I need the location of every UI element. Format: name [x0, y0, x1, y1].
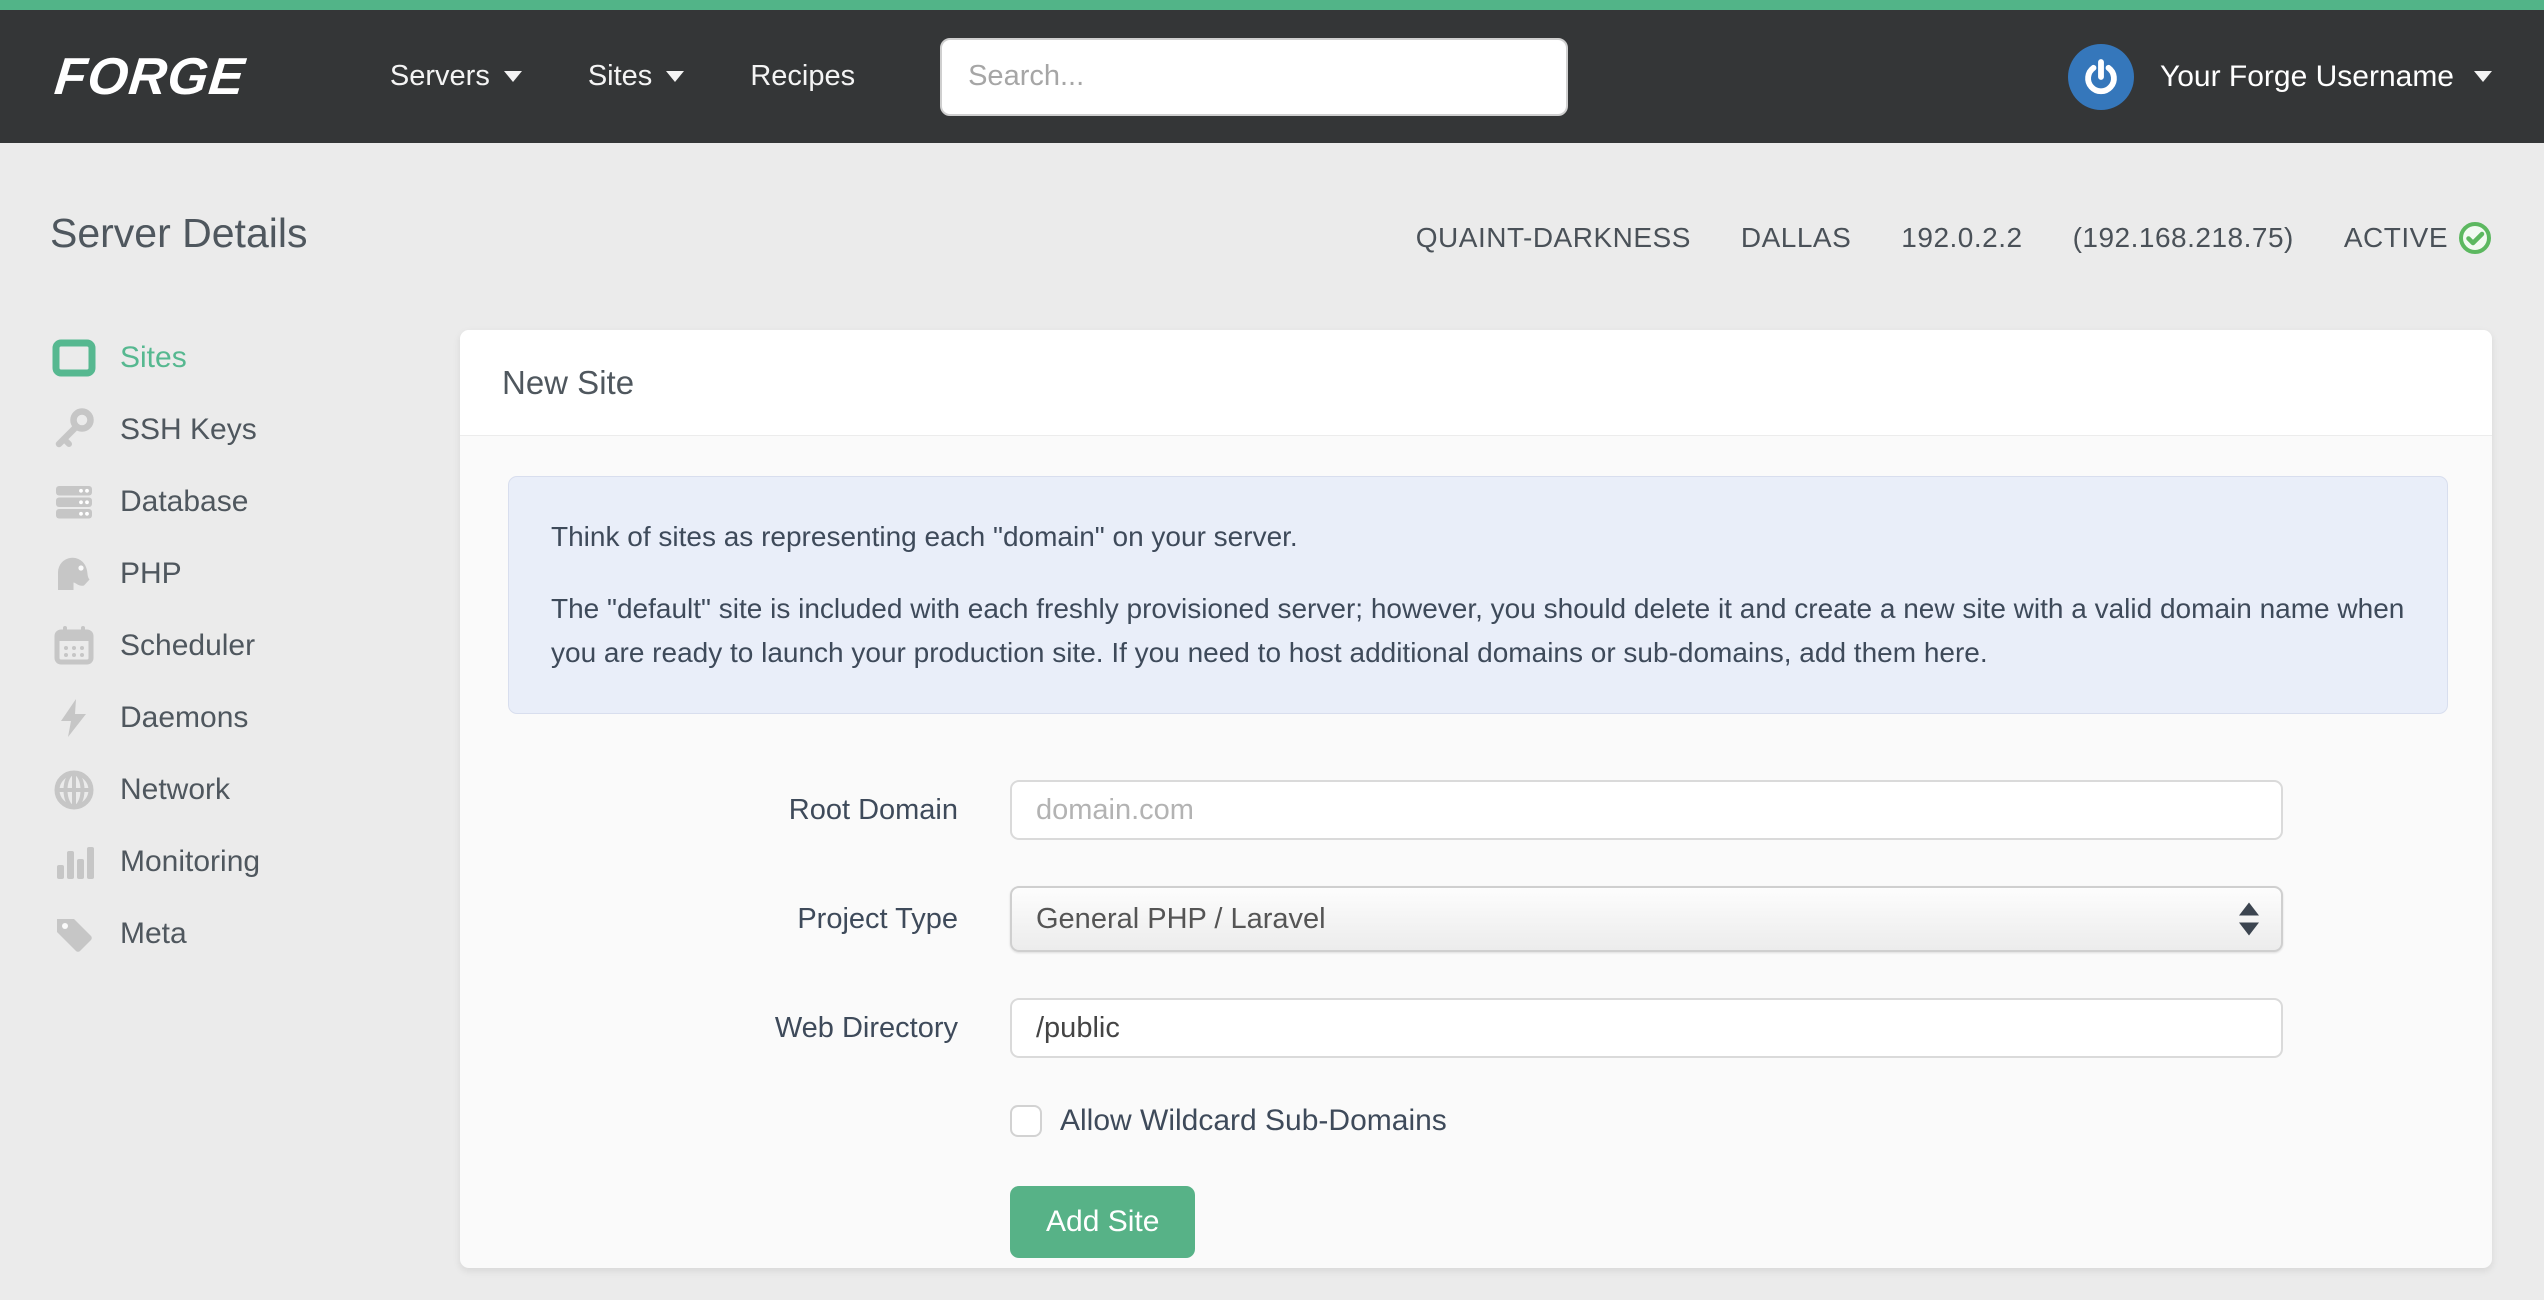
server-meta: QUAINT-DARKNESS DALLAS 192.0.2.2 (192.16… [1416, 221, 2492, 255]
sidebar-item-label: Database [120, 485, 249, 518]
root-domain-label: Root Domain [788, 793, 958, 826]
sidebar: Sites SSH Keys Database PHP Scheduler Da… [50, 322, 430, 970]
chevron-down-icon [503, 71, 522, 82]
wildcard-checkbox[interactable] [1010, 1105, 1042, 1137]
bar-chart-icon [50, 838, 98, 886]
sidebar-item-label: PHP [120, 557, 182, 590]
sidebar-item-label: Network [120, 773, 231, 806]
server-name: QUAINT-DARKNESS [1415, 222, 1691, 253]
web-directory-label: Web Directory [774, 1011, 958, 1044]
nav-item-label: Servers [389, 60, 490, 92]
nav-links: Servers Sites Recipes [357, 60, 888, 93]
web-directory-input[interactable] [1010, 998, 2283, 1058]
project-type-label: Project Type [797, 902, 958, 935]
globe-icon [50, 766, 98, 814]
forge-logo[interactable]: FORGE [52, 47, 248, 107]
lightning-icon [50, 694, 98, 742]
nav-item-servers[interactable]: Servers [357, 60, 555, 93]
info-paragraph: The "default" site is included with each… [551, 593, 2405, 668]
avatar [2067, 43, 2134, 110]
server-stack-icon [50, 478, 98, 526]
tag-icon [50, 910, 98, 958]
accent-strip [0, 0, 2544, 10]
sidebar-item-label: Monitoring [120, 845, 261, 878]
add-site-button[interactable]: Add Site [1010, 1186, 1196, 1258]
form-row-project-type: Project Type General PHP / Laravel [508, 886, 2448, 952]
search-input[interactable] [940, 37, 1569, 116]
check-circle-icon [2459, 222, 2491, 254]
nav-item-label: Sites [587, 60, 653, 92]
chevron-down-icon [666, 71, 685, 82]
status-label: ACTIVE [2343, 222, 2448, 253]
chevron-down-icon [2474, 71, 2492, 82]
sidebar-item-network[interactable]: Network [50, 754, 430, 826]
info-box: Think of sites as representing each "dom… [508, 476, 2448, 714]
wildcard-row: Allow Wildcard Sub-Domains [1010, 1104, 2448, 1138]
card-body: Think of sites as representing each "dom… [460, 436, 2492, 1258]
project-type-select[interactable]: General PHP / Laravel [1010, 886, 2283, 952]
root-domain-input[interactable] [1010, 780, 2283, 840]
page-title: Server Details [50, 210, 308, 256]
server-ip: 192.0.2.2 [1901, 222, 2023, 253]
sidebar-item-scheduler[interactable]: Scheduler [50, 610, 430, 682]
user-menu[interactable]: Your Forge Username [2067, 43, 2492, 110]
new-site-card: New Site Think of sites as representing … [460, 330, 2492, 1268]
sidebar-item-label: SSH Keys [120, 413, 257, 446]
sidebar-item-sites[interactable]: Sites [50, 322, 430, 394]
sidebar-item-label: Meta [120, 917, 187, 950]
power-icon [2085, 58, 2117, 94]
sidebar-item-php[interactable]: PHP [50, 538, 430, 610]
server-region: DALLAS [1740, 222, 1852, 253]
server-private-ip: (192.168.218.75) [2072, 222, 2294, 253]
select-stepper-icon [2239, 902, 2259, 936]
sidebar-item-monitoring[interactable]: Monitoring [50, 826, 430, 898]
sidebar-item-label: Sites [120, 341, 187, 374]
sidebar-item-label: Daemons [120, 701, 249, 734]
navbar: FORGE Servers Sites Recipes Your Forge U… [0, 10, 2544, 143]
wildcard-label: Allow Wildcard Sub-Domains [1060, 1104, 1447, 1137]
sidebar-item-ssh-keys[interactable]: SSH Keys [50, 394, 430, 466]
search-wrap [940, 37, 1569, 116]
sidebar-item-daemons[interactable]: Daemons [50, 682, 430, 754]
nav-item-sites[interactable]: Sites [555, 60, 717, 93]
calendar-icon [50, 622, 98, 670]
sidebar-item-label: Scheduler [120, 629, 256, 662]
form-row-web-directory: Web Directory [508, 998, 2448, 1058]
elephant-icon [50, 550, 98, 598]
username-label: Your Forge Username [2159, 59, 2454, 93]
sidebar-item-meta[interactable]: Meta [50, 898, 430, 970]
status-badge: ACTIVE [2344, 221, 2492, 255]
key-icon [50, 406, 98, 454]
new-site-form: Root Domain Project Type General PHP / L… [508, 780, 2448, 1258]
card-title: New Site [502, 363, 635, 401]
browser-window-icon [50, 334, 98, 382]
info-paragraph: Think of sites as representing each "dom… [551, 521, 1298, 552]
project-type-selected-value: General PHP / Laravel [1036, 902, 1326, 935]
nav-item-label: Recipes [750, 60, 856, 92]
card-header: New Site [460, 330, 2492, 436]
nav-item-recipes[interactable]: Recipes [717, 60, 888, 93]
form-row-root-domain: Root Domain [508, 780, 2448, 840]
sidebar-item-database[interactable]: Database [50, 466, 430, 538]
